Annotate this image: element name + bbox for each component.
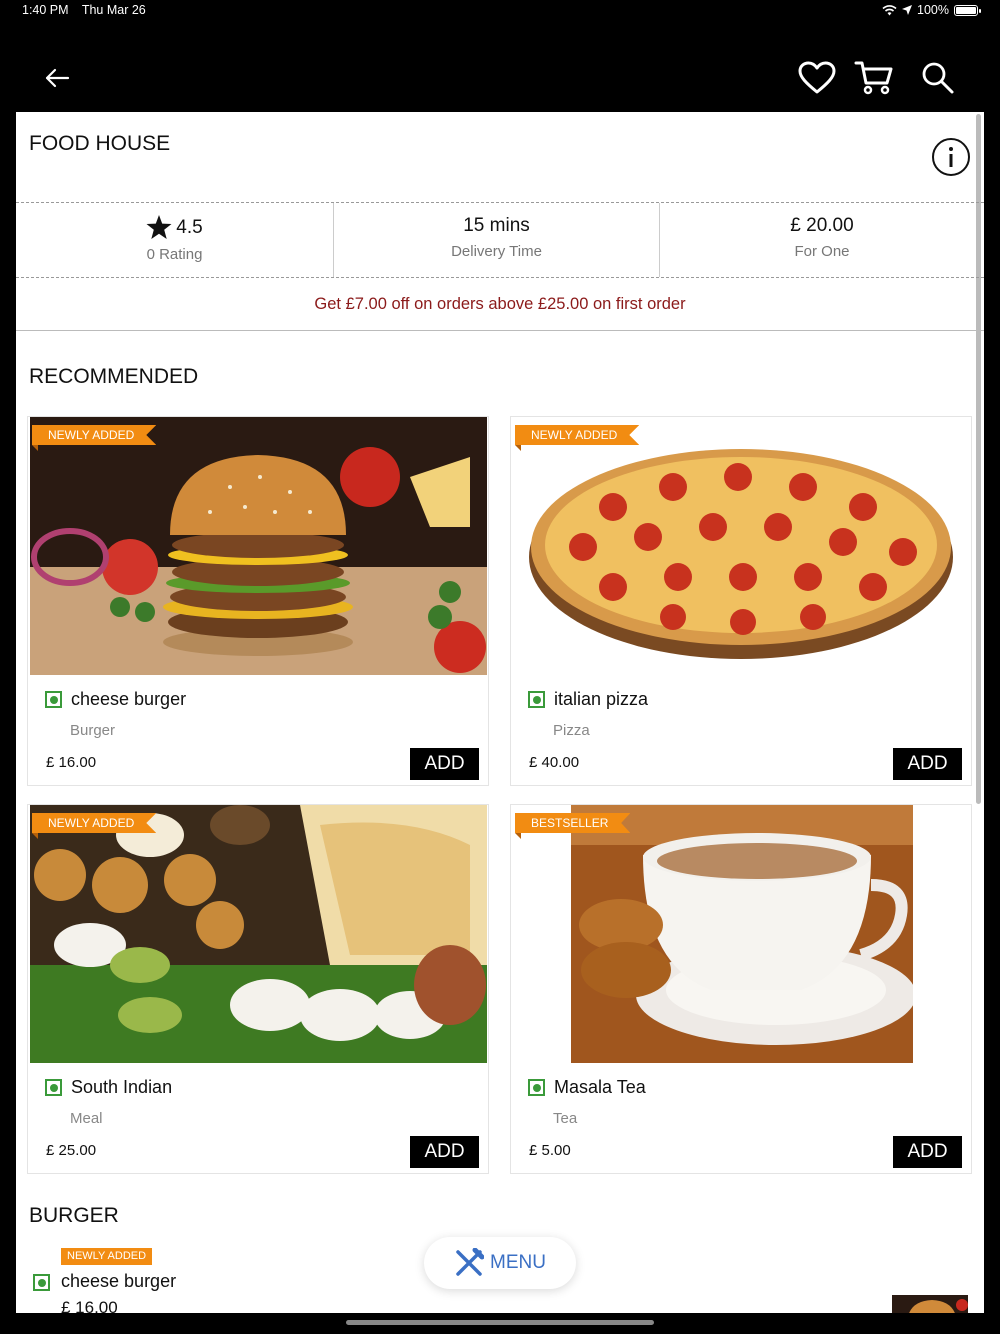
delivery-time: 15 mins — [463, 215, 530, 236]
add-button[interactable]: ADD — [410, 748, 479, 780]
recommended-item-card[interactable]: NEWLY ADDED italian pizza Pizza £ 40.00 … — [510, 416, 972, 786]
item-badge: NEWLY ADDED — [32, 813, 157, 833]
menu-label: MENU — [490, 1252, 546, 1273]
cart-button[interactable] — [854, 58, 894, 98]
cost-for-one: £ 20.00 — [790, 215, 854, 236]
delivery-stat: 15 mins Delivery Time — [333, 203, 659, 277]
veg-indicator-icon — [45, 1079, 62, 1096]
item-badge: NEWLY ADDED — [32, 425, 157, 445]
top-nav-bar — [0, 22, 1000, 112]
location-icon — [902, 5, 913, 15]
item-price: £ 5.00 — [529, 1142, 571, 1159]
item-price: £ 40.00 — [529, 754, 580, 771]
item-name: cheese burger — [71, 689, 187, 709]
status-date: Thu Mar 26 — [81, 3, 146, 17]
heart-icon — [798, 61, 836, 94]
search-icon — [922, 62, 954, 94]
item-name: italian pizza — [554, 689, 649, 709]
south-indian-image — [30, 805, 487, 1063]
arrow-left-icon — [45, 68, 70, 88]
burger-section-title: BURGER — [29, 1204, 119, 1227]
item-badge: NEWLY ADDED — [61, 1248, 153, 1265]
add-button[interactable]: ADD — [893, 1136, 962, 1168]
veg-indicator-icon — [528, 691, 545, 708]
cost-stat: £ 20.00 For One — [659, 203, 984, 277]
burger-image — [30, 417, 487, 675]
veg-indicator-icon — [528, 1079, 545, 1096]
recommended-item-card[interactable]: NEWLY ADDED cheese burger Burger £ 16.00… — [27, 416, 489, 786]
item-category: Pizza — [553, 722, 590, 739]
item-category: Meal — [70, 1110, 103, 1127]
delivery-label: Delivery Time — [451, 243, 542, 260]
star-icon — [146, 215, 172, 239]
cutlery-icon — [456, 1248, 485, 1276]
masala-tea-image — [571, 805, 913, 1063]
veg-indicator-icon — [33, 1274, 50, 1291]
add-button[interactable]: ADD — [410, 1136, 479, 1168]
veg-indicator-icon — [45, 691, 62, 708]
wifi-icon — [882, 4, 897, 15]
item-name: cheese burger — [61, 1271, 177, 1291]
item-price: £ 25.00 — [46, 1142, 97, 1159]
item-category: Burger — [70, 722, 116, 739]
item-badge: BESTSELLER — [515, 813, 631, 833]
search-button[interactable] — [918, 58, 958, 98]
wishlist-button[interactable] — [797, 58, 837, 98]
offer-banner: Get £7.00 off on orders above £25.00 on … — [16, 278, 984, 331]
rating-value: 4.5 — [176, 216, 203, 238]
pizza-image — [513, 417, 970, 675]
rating-stat: 4.5 0 Rating — [16, 203, 333, 277]
restaurant-page[interactable]: FOOD HOUSE 4.5 0 Rating 15 mins Delivery… — [16, 112, 984, 1313]
item-price: £ 16.00 — [46, 754, 97, 771]
restaurant-name: FOOD HOUSE — [29, 132, 171, 155]
recommended-title: RECOMMENDED — [29, 365, 199, 388]
cost-label: For One — [794, 243, 850, 260]
badge-fold — [515, 833, 521, 839]
item-category: Tea — [553, 1110, 578, 1127]
rating-label: 0 Rating — [146, 246, 203, 263]
item-badge: NEWLY ADDED — [515, 425, 640, 445]
home-indicator[interactable] — [346, 1320, 654, 1325]
status-time: 1:40 PM — [22, 3, 69, 17]
item-thumbnail — [892, 1295, 968, 1313]
item-name: Masala Tea — [554, 1077, 646, 1097]
restaurant-stats: 4.5 0 Rating 15 mins Delivery Time £ 20.… — [16, 202, 984, 278]
recommended-item-card[interactable]: NEWLY ADDED South Indian Meal £ 25.00 AD… — [27, 804, 489, 1174]
status-bar: 1:40 PM Thu Mar 26 100% — [0, 0, 1000, 22]
item-price: £ 16.00 — [61, 1298, 118, 1313]
cart-icon — [854, 61, 893, 95]
back-button[interactable] — [37, 58, 77, 98]
recommended-item-card[interactable]: BESTSELLER Masala Tea Tea £ 5.00 ADD — [510, 804, 972, 1174]
menu-button[interactable]: MENU — [424, 1237, 576, 1289]
info-button[interactable] — [932, 138, 970, 176]
info-icon — [949, 147, 953, 167]
item-name: South Indian — [71, 1077, 173, 1097]
battery-percent: 100% — [917, 3, 949, 17]
add-button[interactable]: ADD — [893, 748, 962, 780]
battery-icon — [954, 4, 981, 16]
